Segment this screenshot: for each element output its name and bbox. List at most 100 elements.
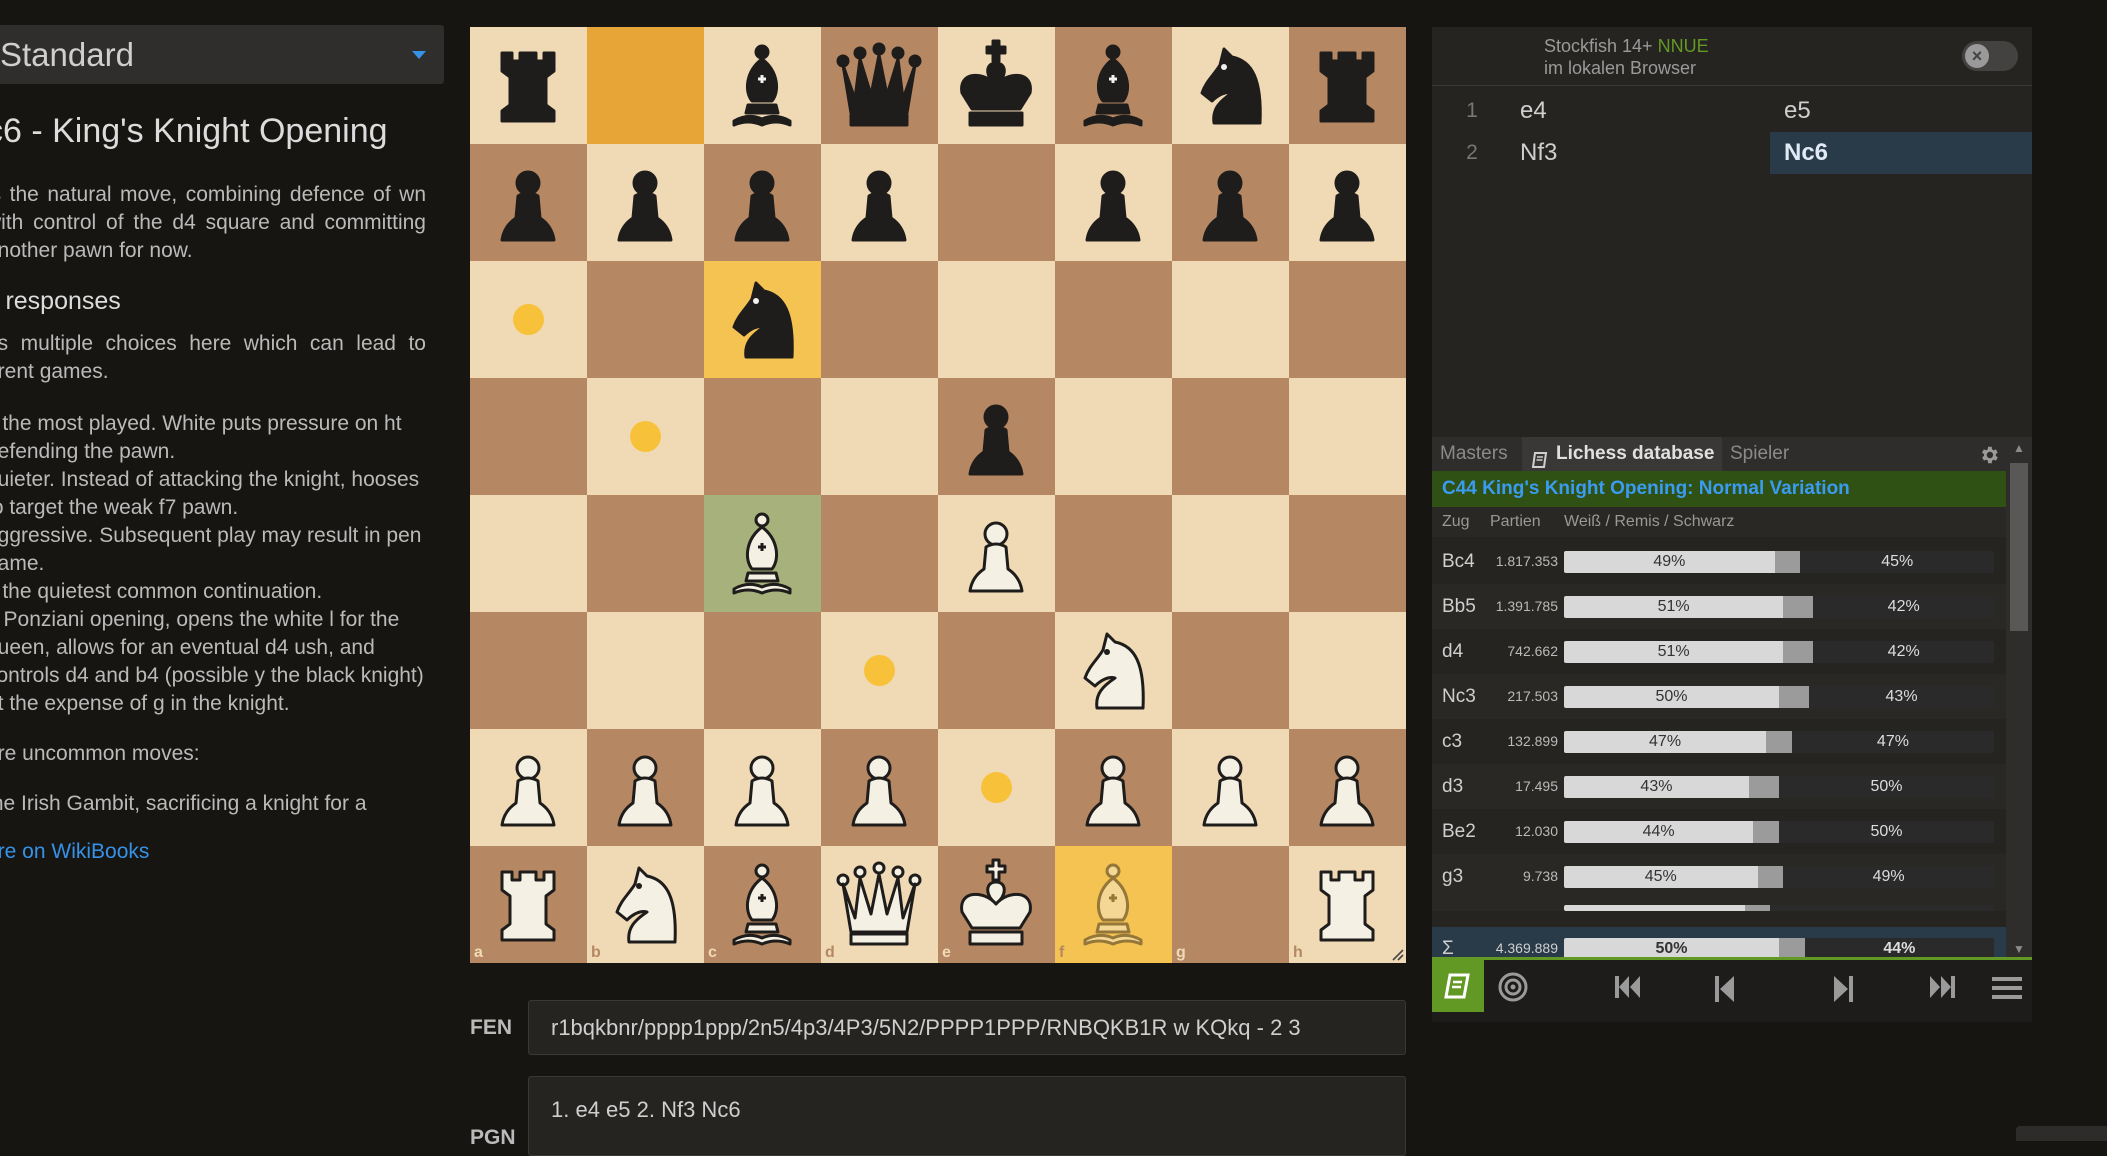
black-pawn-icon[interactable] [938, 378, 1055, 495]
move-hint-dot[interactable] [981, 772, 1012, 803]
black-rook-icon[interactable] [1289, 27, 1406, 144]
square-g6[interactable] [1172, 261, 1289, 378]
gear-icon[interactable] [1978, 444, 2000, 466]
variant-select[interactable]: Standard [0, 25, 444, 84]
square-f7[interactable] [1055, 144, 1172, 261]
square-c2[interactable] [704, 729, 821, 846]
opening-name[interactable]: C44 King's Knight Opening: Normal Variat… [1432, 471, 2032, 507]
black-pawn-icon[interactable] [587, 144, 704, 261]
explorer-row[interactable]: Nc3 217.503 50% 43% [1432, 674, 2006, 719]
explorer-row[interactable]: g3 9.738 45% 49% [1432, 854, 2006, 899]
next-move-icon[interactable] [1832, 975, 1854, 1008]
fen-input[interactable]: r1bqkbnr/pppp1ppp/2n5/4p3/4P3/5N2/PPPP1P… [528, 1000, 1406, 1055]
move-hint-dot[interactable] [864, 655, 895, 686]
chess-board[interactable]: 8 7 6 5 4 3 2 1 a b c d e f g h [470, 27, 1406, 963]
black-queen-icon[interactable] [821, 27, 938, 144]
scroll-thumb[interactable] [2010, 463, 2028, 631]
square-b2[interactable] [587, 729, 704, 846]
white-pawn-icon[interactable] [938, 495, 1055, 612]
square-e8[interactable] [938, 27, 1055, 144]
square-f5[interactable] [1055, 378, 1172, 495]
square-d8[interactable] [821, 27, 938, 144]
practice-target-icon[interactable] [1498, 972, 1528, 1007]
black-king-icon[interactable] [938, 27, 1055, 144]
white-rook-icon[interactable] [470, 846, 587, 963]
square-a5[interactable] [470, 378, 587, 495]
square-e3[interactable] [938, 612, 1055, 729]
square-h1[interactable] [1289, 846, 1406, 963]
white-pawn-icon[interactable] [1172, 729, 1289, 846]
square-g7[interactable] [1172, 144, 1289, 261]
square-f2[interactable] [1055, 729, 1172, 846]
explorer-toggle-button[interactable] [1432, 960, 1484, 1012]
white-queen-icon[interactable] [821, 846, 938, 963]
black-pawn-icon[interactable] [1172, 144, 1289, 261]
square-h3[interactable] [1289, 612, 1406, 729]
explorer-row[interactable]: Bb5 1.391.785 51% 42% [1432, 584, 2006, 629]
move-white[interactable]: Nf3 [1520, 132, 1557, 174]
square-f1[interactable] [1055, 846, 1172, 963]
move-black-current[interactable]: Nc6 [1770, 132, 2032, 174]
explorer-row[interactable]: Be2 12.030 44% 50% [1432, 809, 2006, 854]
square-e1[interactable] [938, 846, 1055, 963]
white-pawn-icon[interactable] [1289, 729, 1406, 846]
square-e5[interactable] [938, 378, 1055, 495]
square-a8[interactable] [470, 27, 587, 144]
square-b4[interactable] [587, 495, 704, 612]
black-knight-icon[interactable] [1172, 27, 1289, 144]
white-knight-icon[interactable] [587, 846, 704, 963]
explorer-scrollbar[interactable]: ▲ ▼ [2006, 437, 2032, 960]
previous-move-icon[interactable] [1714, 975, 1736, 1008]
square-b7[interactable] [587, 144, 704, 261]
white-rook-icon[interactable] [1289, 846, 1406, 963]
white-pawn-icon[interactable] [587, 729, 704, 846]
square-g2[interactable] [1172, 729, 1289, 846]
move-hint-dot[interactable] [513, 304, 544, 335]
square-b1[interactable] [587, 846, 704, 963]
black-pawn-icon[interactable] [470, 144, 587, 261]
tab-masters[interactable]: Masters [1440, 437, 1508, 471]
square-f4[interactable] [1055, 495, 1172, 612]
explorer-row[interactable]: d3 17.495 43% 50% [1432, 764, 2006, 809]
tab-player[interactable]: Spieler [1730, 437, 1789, 471]
square-f6[interactable] [1055, 261, 1172, 378]
scroll-down-icon[interactable]: ▼ [2012, 943, 2026, 955]
square-e2[interactable] [938, 729, 1055, 846]
square-d3[interactable] [821, 612, 938, 729]
white-king-icon[interactable] [938, 846, 1055, 963]
square-c8[interactable] [704, 27, 821, 144]
black-bishop-icon[interactable] [704, 27, 821, 144]
square-c4[interactable] [704, 495, 821, 612]
white-pawn-icon[interactable] [704, 729, 821, 846]
square-g5[interactable] [1172, 378, 1289, 495]
white-bishop-icon[interactable] [1055, 846, 1172, 963]
pgn-input[interactable]: 1. e4 e5 2. Nf3 Nc6 [528, 1076, 1406, 1156]
square-c3[interactable] [704, 612, 821, 729]
white-knight-icon[interactable] [1055, 612, 1172, 729]
white-bishop-icon[interactable] [704, 846, 821, 963]
square-c1[interactable] [704, 846, 821, 963]
explorer-row[interactable]: d4 742.662 51% 42% [1432, 629, 2006, 674]
square-h5[interactable] [1289, 378, 1406, 495]
square-h2[interactable] [1289, 729, 1406, 846]
black-pawn-icon[interactable] [704, 144, 821, 261]
square-a2[interactable] [470, 729, 587, 846]
square-c6[interactable] [704, 261, 821, 378]
move-black[interactable]: e5 [1770, 90, 2032, 132]
move-hint-dot[interactable] [630, 421, 661, 452]
black-bishop-icon[interactable] [1055, 27, 1172, 144]
square-g4[interactable] [1172, 495, 1289, 612]
resize-handle-icon[interactable] [1390, 947, 1404, 961]
square-c5[interactable] [704, 378, 821, 495]
white-pawn-icon[interactable] [821, 729, 938, 846]
square-a6[interactable] [470, 261, 587, 378]
square-b3[interactable] [587, 612, 704, 729]
square-e6[interactable] [938, 261, 1055, 378]
square-h4[interactable] [1289, 495, 1406, 612]
square-h8[interactable] [1289, 27, 1406, 144]
square-b6[interactable] [587, 261, 704, 378]
black-pawn-icon[interactable] [1055, 144, 1172, 261]
tab-lichess-database[interactable]: Lichess database [1556, 437, 1714, 471]
square-a3[interactable] [470, 612, 587, 729]
square-d4[interactable] [821, 495, 938, 612]
